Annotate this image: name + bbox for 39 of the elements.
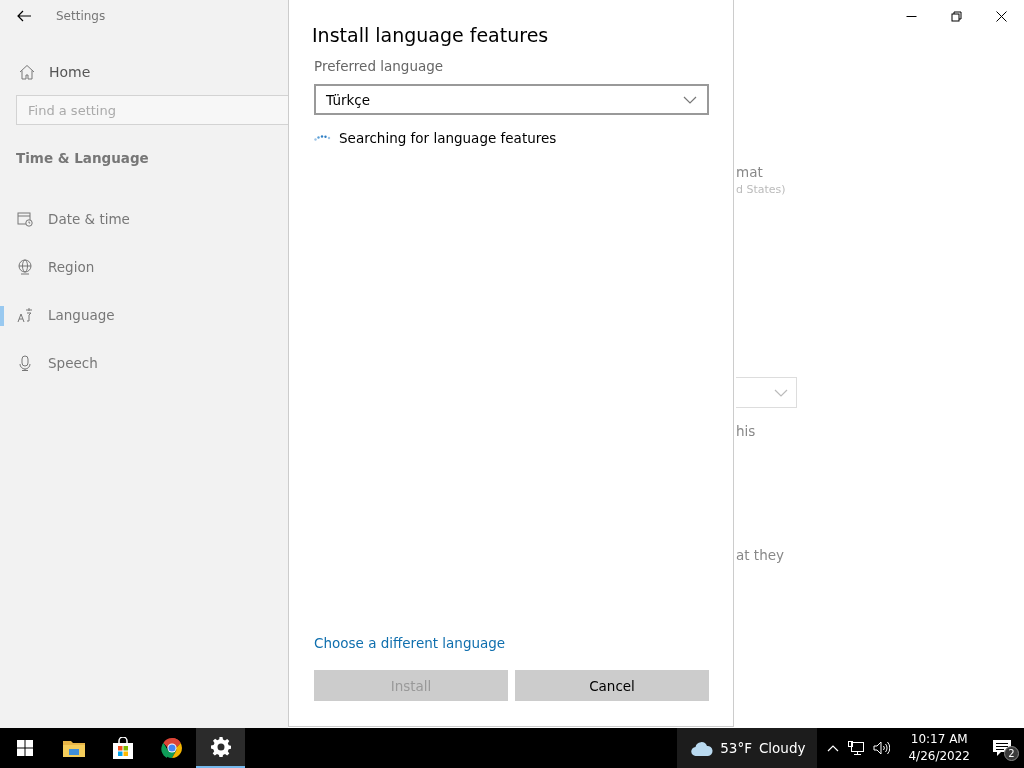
speaker-icon[interactable]: [873, 741, 891, 755]
date-text: 4/26/2022: [908, 748, 970, 765]
time-text: 10:17 AM: [910, 731, 968, 748]
language-link[interactable]: Choose a different language: [314, 635, 506, 651]
setting-text: mat: [736, 163, 763, 181]
microphone-icon: [17, 355, 33, 371]
sidebar-item[interactable]: Region: [0, 249, 288, 285]
calendar-icon: [17, 211, 33, 227]
globe-icon: [17, 259, 33, 275]
setting-subtext: d States): [736, 183, 786, 197]
clock[interactable]: 10:17 AM 4/26/2022: [894, 728, 980, 768]
search-field[interactable]: Find a setting: [16, 95, 288, 125]
home-icon: [19, 64, 35, 80]
language-dropdown[interactable]: Türkçe: [314, 84, 709, 115]
network-icon[interactable]: [848, 740, 865, 756]
setting-text: at they: [736, 546, 784, 564]
setting-text: his: [736, 422, 756, 440]
chevron-up-icon[interactable]: [827, 744, 840, 752]
temperature-text: 53°F: [720, 740, 752, 756]
weather-text: Cloudy: [758, 740, 806, 756]
home-item[interactable]: Home: [19, 64, 288, 80]
back-icon[interactable]: [16, 8, 32, 24]
dialog-title: Install language features: [312, 23, 550, 48]
gear-icon[interactable]: [196, 728, 245, 768]
sidebar-item[interactable]: Language: [0, 297, 288, 333]
weather-widget[interactable]: 53°F Cloudy: [677, 728, 818, 768]
spinner-icon: [314, 135, 331, 141]
sidebar-item[interactable]: Date & time: [0, 201, 288, 237]
cloud-icon: [691, 740, 714, 756]
chevron-down-icon: [774, 388, 788, 397]
field-label: Preferred language: [314, 58, 445, 74]
window-title: Settings: [56, 9, 106, 23]
sidebar-item[interactable]: Speech: [0, 345, 288, 381]
status-text: Searching for language features: [339, 130, 557, 146]
notification-badge: 2: [1004, 746, 1019, 761]
language-icon: [17, 307, 33, 323]
section-heading: Time & Language: [16, 150, 150, 166]
cancel-button[interactable]: Cancel: [515, 670, 709, 701]
chevron-down-icon: [683, 95, 697, 104]
